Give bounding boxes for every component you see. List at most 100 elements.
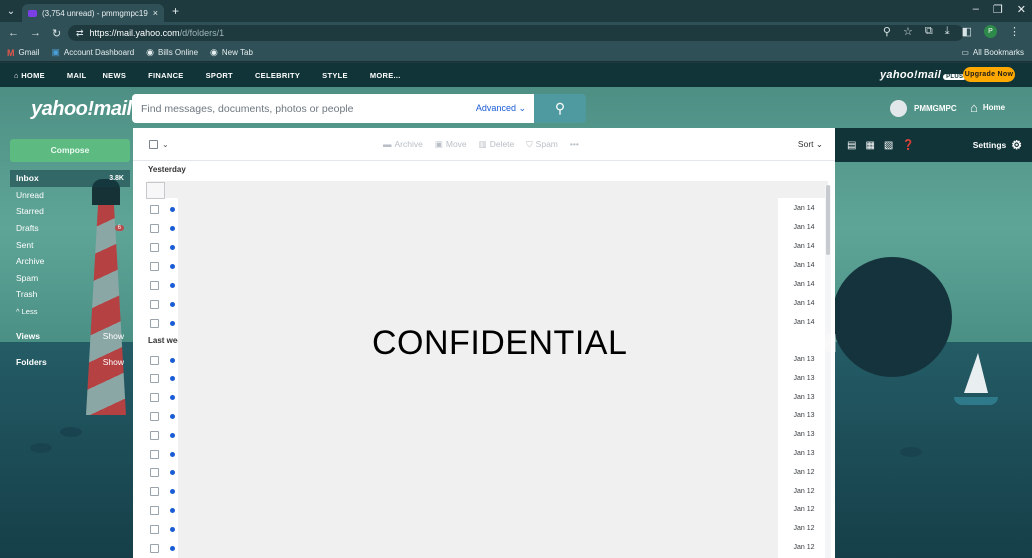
zoom-icon[interactable]: ⚲ <box>883 25 891 38</box>
upgrade-button[interactable]: Upgrade Now <box>963 67 1015 82</box>
select-all-checkbox[interactable]: ⌄ <box>149 140 169 149</box>
tab-close-icon[interactable]: × <box>153 8 158 18</box>
row-checkbox[interactable] <box>150 393 159 403</box>
unread-dot-icon[interactable] <box>170 451 175 457</box>
move-button[interactable]: ▣ Move <box>435 139 467 150</box>
unread-dot-icon[interactable] <box>170 282 175 288</box>
unread-dot-icon[interactable] <box>170 526 175 532</box>
row-checkbox[interactable] <box>150 374 159 384</box>
row-checkbox[interactable] <box>150 261 159 271</box>
new-tab-button[interactable]: + <box>172 4 179 18</box>
row-checkbox[interactable] <box>150 449 159 459</box>
home-button[interactable]: ⌂ Home <box>970 100 1005 115</box>
row-checkbox[interactable] <box>150 299 159 309</box>
row-checkbox[interactable] <box>150 242 159 252</box>
unread-dot-icon[interactable] <box>170 244 175 250</box>
spam-button[interactable]: ⛉ Spam <box>526 139 558 150</box>
forward-icon[interactable]: → <box>30 27 41 40</box>
nav-style[interactable]: STYLE <box>322 71 348 80</box>
back-icon[interactable]: ← <box>8 27 19 40</box>
sidepanel-icon[interactable]: ◧ <box>962 25 972 38</box>
unread-dot-icon[interactable] <box>170 507 175 513</box>
browser-tab[interactable]: (3,754 unread) - pmmgmpc19 × <box>22 4 164 22</box>
bookmark-account-dashboard[interactable]: ▣ Account Dashboard <box>51 47 134 58</box>
unread-dot-icon[interactable] <box>170 320 175 326</box>
profile-avatar[interactable]: P <box>984 25 997 38</box>
sidebar-item-starred[interactable]: Starred <box>10 203 130 220</box>
yahoo-mail-plus-logo[interactable]: yahoo!mail PLUS <box>880 69 967 81</box>
row-checkbox[interactable] <box>150 487 159 497</box>
unread-dot-icon[interactable] <box>170 225 175 231</box>
unread-dot-icon[interactable] <box>170 545 175 551</box>
extensions-icon[interactable]: ⧉ <box>925 25 933 38</box>
scrollbar[interactable] <box>825 185 831 558</box>
nav-sport[interactable]: SPORT <box>206 71 233 80</box>
nav-home[interactable]: ⌂ HOME <box>14 71 45 80</box>
scroll-thumb[interactable] <box>826 185 830 255</box>
download-icon[interactable]: ⤓ <box>945 25 950 38</box>
sidebar-folders[interactable]: Folders Show <box>10 357 130 367</box>
row-checkbox[interactable] <box>150 223 159 233</box>
bookmark-bills-online[interactable]: ◉ Bills Online <box>146 47 198 58</box>
user-profile[interactable]: PMMGMPC <box>890 100 957 117</box>
unread-dot-icon[interactable] <box>170 470 175 476</box>
reload-icon[interactable]: ↻ <box>52 27 61 40</box>
unread-dot-icon[interactable] <box>170 206 175 212</box>
sort-button[interactable]: Sort ⌄ <box>798 139 823 150</box>
row-checkbox[interactable] <box>150 430 159 440</box>
url-input[interactable]: ⇄ https://mail.yahoo.com/d/folders/1 <box>68 25 964 41</box>
browser-menu-icon[interactable]: ⋮ <box>1009 25 1020 38</box>
compose-button[interactable]: Compose <box>10 139 130 162</box>
nav-more[interactable]: MORE... <box>370 71 401 80</box>
minimize-icon[interactable]: – <box>973 3 979 16</box>
row-checkbox[interactable] <box>150 318 159 328</box>
search-input[interactable]: Find messages, documents, photos or peop… <box>132 94 534 123</box>
sidebar-item-spam[interactable]: Spam <box>10 270 130 287</box>
all-bookmarks[interactable]: ▭ All Bookmarks <box>961 48 1024 57</box>
settings-button[interactable]: Settings ⚙ <box>973 138 1022 152</box>
unread-dot-icon[interactable] <box>170 357 175 363</box>
maximize-icon[interactable]: ❐ <box>993 3 1003 16</box>
bookmark-new-tab[interactable]: ◉ New Tab <box>210 47 253 58</box>
close-window-icon[interactable]: ✕ <box>1017 3 1026 16</box>
unread-dot-icon[interactable] <box>170 263 175 269</box>
row-checkbox[interactable] <box>150 505 159 515</box>
calendar-icon[interactable]: ▦ <box>865 140 874 151</box>
unread-dot-icon[interactable] <box>170 413 175 419</box>
unread-dot-icon[interactable] <box>170 376 175 382</box>
yahoo-mail-logo[interactable]: yahoo!mail <box>31 98 132 121</box>
help-icon[interactable]: ❓ <box>902 140 914 151</box>
row-checkbox[interactable] <box>150 468 159 478</box>
bookmark-star-icon[interactable]: ☆ <box>903 25 913 38</box>
more-actions-button[interactable]: ••• <box>570 139 579 150</box>
tab-search-icon[interactable]: ⌄ <box>0 6 22 17</box>
archive-button[interactable]: ▬ Archive <box>383 139 423 150</box>
sidebar-item-unread[interactable]: Unread <box>10 187 130 204</box>
row-checkbox[interactable] <box>150 204 159 214</box>
row-checkbox[interactable] <box>150 355 159 365</box>
unread-dot-icon[interactable] <box>170 395 175 401</box>
nav-celebrity[interactable]: CELEBRITY <box>255 71 300 80</box>
site-info-icon[interactable]: ⇄ <box>76 28 84 39</box>
sidebar-item-drafts[interactable]: Drafts 6 <box>10 220 130 237</box>
sidebar-less-toggle[interactable]: ^ Less <box>10 303 130 320</box>
row-checkbox[interactable] <box>150 411 159 421</box>
unread-dot-icon[interactable] <box>170 301 175 307</box>
bookmark-gmail[interactable]: M Gmail <box>7 48 39 58</box>
row-checkbox[interactable] <box>150 280 159 290</box>
unread-dot-icon[interactable] <box>170 489 175 495</box>
advanced-search-button[interactable]: Advanced ⌄ <box>476 103 526 114</box>
sidebar-item-sent[interactable]: Sent <box>10 236 130 253</box>
row-checkbox[interactable] <box>150 543 159 553</box>
notepad-icon[interactable]: ▧ <box>884 140 893 151</box>
collapse-panel-button[interactable]: › <box>822 334 836 352</box>
sidebar-item-inbox[interactable]: Inbox 3.8K <box>10 170 130 187</box>
contacts-icon[interactable]: ▤ <box>847 140 856 151</box>
delete-button[interactable]: ▥ Delete <box>479 139 515 150</box>
sidebar-views[interactable]: Views Show <box>10 331 130 341</box>
unread-dot-icon[interactable] <box>170 432 175 438</box>
nav-finance[interactable]: FINANCE <box>148 71 183 80</box>
row-checkbox[interactable] <box>150 524 159 534</box>
nav-mail[interactable]: MAIL <box>67 71 87 80</box>
search-button[interactable]: ⚲ <box>534 94 586 123</box>
